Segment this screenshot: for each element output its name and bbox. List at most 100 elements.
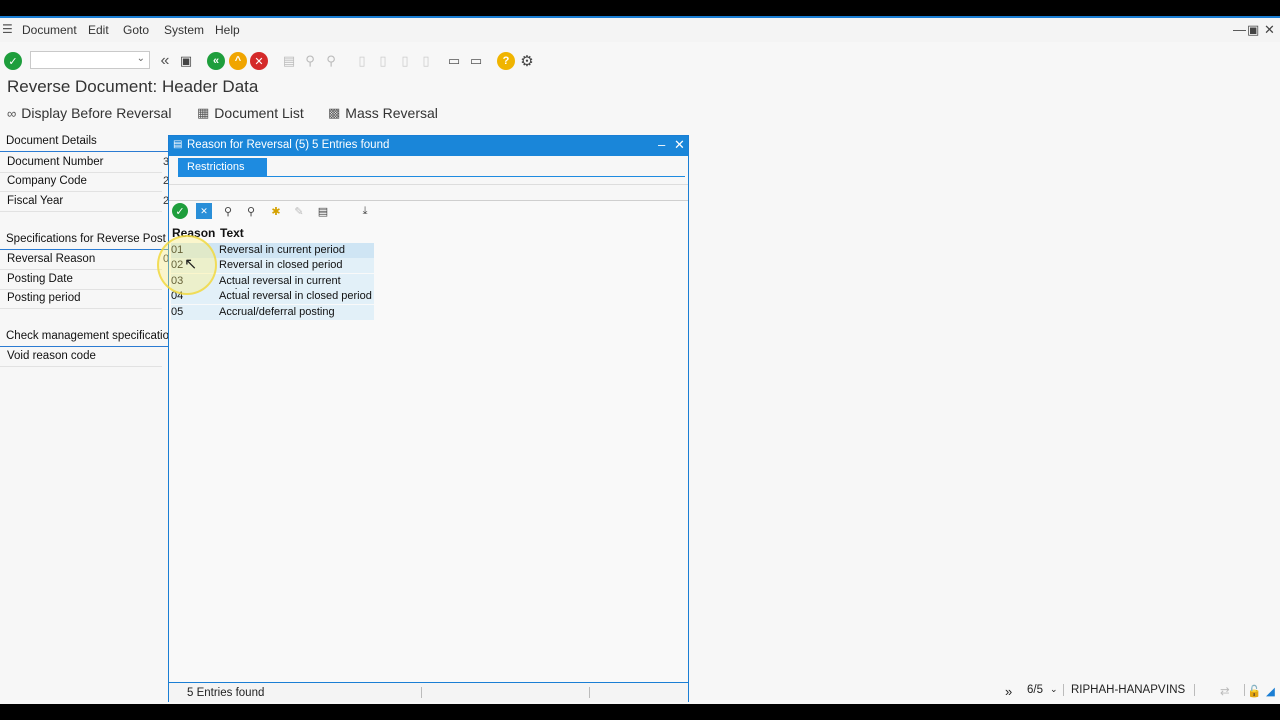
dialog-status-bar: 5 Entries found [169,682,688,702]
back-history-icon[interactable]: « [156,52,174,70]
dialog-title: Reason for Reversal (5) [187,139,310,151]
screen-top-border [0,0,1280,16]
cancel-selection-icon[interactable]: ✕ [196,203,212,219]
enter-icon[interactable]: ✓ [4,52,22,70]
field-divider [0,211,162,212]
dialog-entries-found: 5 Entries found [312,139,390,151]
print-icon[interactable]: ▤ [280,52,298,70]
status-divider [1244,684,1245,696]
field-divider [0,172,162,173]
reason-text: Actual reversal in closed period [219,290,372,302]
tab-underline [178,176,685,177]
mass-reversal-icon: ▩ [328,105,341,120]
field-divider [0,308,162,309]
void-reason-code-label: Void reason code [7,350,96,362]
section-divider [0,151,168,152]
display-before-reversal-button[interactable]: ∞ Display Before Reversal [7,105,171,121]
cancel-icon[interactable]: ✕ [250,52,268,70]
download-icon[interactable]: ⤓ [357,203,373,219]
glasses-icon: ∞ [7,105,17,121]
column-header-text[interactable]: Text [220,226,244,240]
new-session-icon[interactable]: ▭ [445,52,463,70]
help-icon[interactable]: ? [497,52,515,70]
status-divider [421,687,422,698]
check-management-heading: Check management specifications [6,330,182,342]
menu-edit[interactable]: Edit [88,23,109,37]
mass-reversal-label: Mass Reversal [345,105,438,121]
fiscal-year-label: Fiscal Year [7,195,64,207]
reason-text: Accrual/deferral posting [219,306,335,318]
connection-icon: ⇄ [1220,686,1230,698]
menu-help[interactable]: Help [215,23,240,37]
previous-page-icon[interactable]: ▯ [374,52,392,70]
field-divider [0,269,162,270]
next-page-icon[interactable]: ▯ [396,52,414,70]
lock-icon[interactable]: 🔓 [1247,684,1261,698]
document-list-label: Document List [214,105,304,121]
section-divider [0,249,168,250]
menu-document[interactable]: Document [22,23,77,37]
reverse-posting-heading: Specifications for Reverse Posting [6,233,166,245]
edit-icon[interactable]: ✎ [291,203,307,219]
exit-icon[interactable]: ^ [229,52,247,70]
company-code-label: Company Code [7,175,87,187]
reason-text: Reversal in current period [219,244,345,256]
posting-date-label: Posting Date [7,273,73,285]
minimize-dialog-icon[interactable]: – [658,137,665,152]
find-icon[interactable]: ⚲ [301,52,319,70]
field-divider [0,289,162,290]
dialog-icon: ▤ [173,139,183,150]
list-icon: ▦ [197,105,210,120]
dialog-status-text: 5 Entries found [187,687,265,699]
close-window-icon[interactable]: ✕ [1264,22,1275,38]
find-icon[interactable]: ⚲ [220,203,236,219]
back-icon[interactable]: « [207,52,225,70]
mouse-pointer-icon: ↖ [184,256,198,273]
customize-icon[interactable]: ⚙ [518,52,536,70]
close-dialog-icon[interactable]: ✕ [674,137,685,153]
reversal-reason-label: Reversal Reason [7,253,96,265]
document-list-button[interactable]: ▦ Document List [197,105,304,121]
field-divider [0,191,162,192]
posting-period-label: Posting period [7,292,81,304]
session-indicator[interactable]: 6/5 [1027,684,1043,696]
tab-restrictions[interactable]: Restrictions [178,158,267,176]
menu-bar: ☰ Document Edit Goto System Help — ▣ ✕ [0,18,1280,42]
menu-goto[interactable]: Goto [123,23,149,37]
mass-reversal-button[interactable]: ▩ Mass Reversal [328,105,438,121]
page-title: Reverse Document: Header Data [7,77,259,96]
save-icon[interactable]: ▣ [177,52,195,70]
status-divider [1194,684,1195,696]
resize-grip-icon[interactable]: ◢ [1266,684,1275,698]
system-name: RIPHAH-HANAPV [1071,684,1166,696]
first-page-icon[interactable]: ▯ [353,52,371,70]
dialog-title-bar[interactable]: ▤ Reason for Reversal (5) 5 Entries foun… [169,136,688,156]
status-divider [589,687,590,698]
expand-status-icon[interactable]: » [1005,684,1012,699]
document-number-label: Document Number [7,156,104,168]
display-before-reversal-label: Display Before Reversal [21,105,172,121]
settings-icon[interactable]: ✱ [268,203,284,219]
command-field[interactable]: ⌄ [30,51,150,69]
last-page-icon[interactable]: ▯ [417,52,435,70]
find-next-icon[interactable]: ⚲ [322,52,340,70]
restore-icon[interactable]: ▣ [1247,22,1259,38]
table-row[interactable]: 05 Accrual/deferral posting [171,305,374,320]
menu-system[interactable]: System [164,23,204,37]
minimize-icon[interactable]: — [1233,22,1246,37]
print-icon[interactable]: ▤ [315,203,331,219]
reason-text: Reversal in closed period [219,259,343,271]
chevron-down-icon[interactable]: ⌄ [1050,684,1058,695]
application-toolbar: ∞ Display Before Reversal ▦ Document Lis… [0,102,1280,126]
shortcut-icon[interactable]: ▭ [467,52,485,70]
chevron-down-icon[interactable]: ⌄ [137,53,145,64]
dialog-divider [169,184,688,185]
reason-for-reversal-dialog: ▤ Reason for Reversal (5) 5 Entries foun… [168,135,689,702]
continue-icon[interactable]: ✓ [172,203,188,219]
find-next-icon[interactable]: ⚲ [243,203,259,219]
status-divider [1063,684,1064,696]
menu-icon[interactable]: ☰ [2,22,13,36]
insert-mode: INS [1166,684,1186,696]
document-details-heading: Document Details [6,135,97,147]
screen-bottom-border [0,704,1280,720]
